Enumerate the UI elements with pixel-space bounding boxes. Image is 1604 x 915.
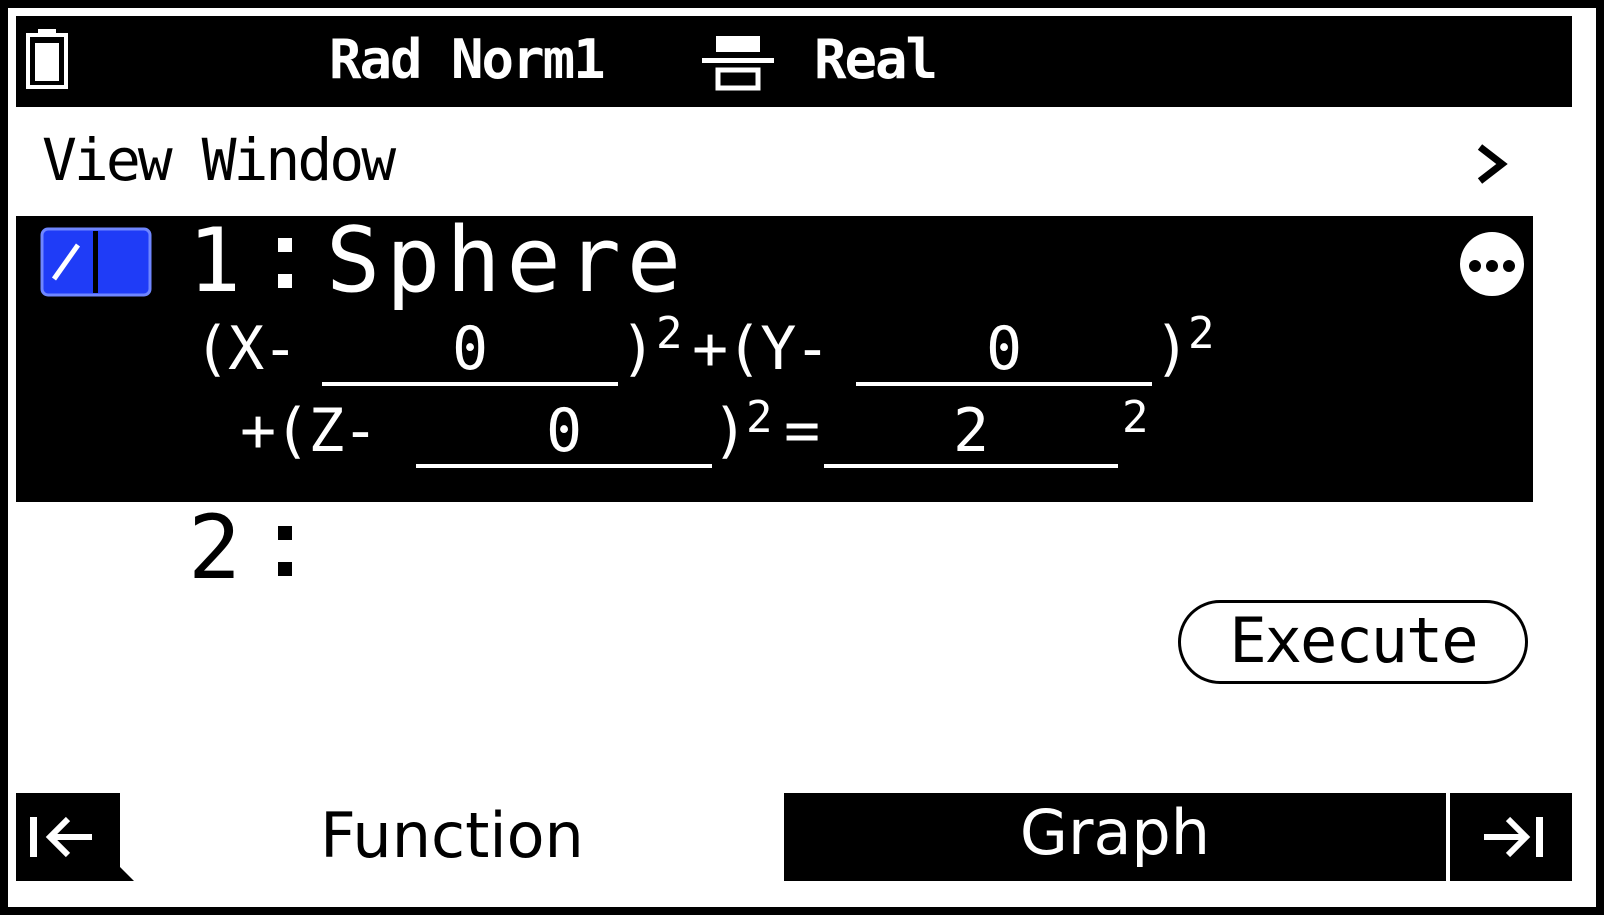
status-bar: Rad Norm1 Real bbox=[16, 16, 1572, 107]
function-row-1[interactable]: 1 Sphere (X- 0 ) 2 +(Y- 0 ) 2 +(Z- 0) 2… bbox=[16, 208, 1533, 502]
more-options-icon[interactable] bbox=[1458, 230, 1526, 298]
z-term-suffix: ) bbox=[712, 396, 748, 466]
x-exponent: 2 bbox=[656, 308, 683, 359]
view-window-row[interactable]: View Window bbox=[16, 111, 1572, 216]
y-term-prefix: +(Y- bbox=[692, 314, 830, 384]
last-tab-button[interactable] bbox=[1450, 793, 1572, 881]
y-exponent: 2 bbox=[1188, 308, 1215, 359]
tab-function[interactable]: Function bbox=[120, 793, 784, 881]
colon-mark bbox=[278, 526, 292, 576]
angle-mode-text: Rad Norm1 bbox=[329, 28, 606, 91]
tab-bar: Function Graph bbox=[16, 793, 1588, 899]
execute-button[interactable]: Execute bbox=[1178, 600, 1528, 684]
radius-exponent: 2 bbox=[1122, 392, 1149, 443]
app-window: Rad Norm1 Real View Window 1 Sphere (X- … bbox=[16, 16, 1588, 899]
first-tab-button[interactable] bbox=[16, 793, 120, 881]
complex-mode-text: Real bbox=[814, 28, 938, 91]
graph-toggle-icon[interactable] bbox=[40, 227, 152, 297]
input-output-icon bbox=[702, 36, 774, 91]
z-term-prefix: +(Z- bbox=[240, 396, 378, 466]
x-term-prefix: (X- bbox=[194, 314, 298, 384]
function-name: Sphere bbox=[326, 208, 688, 313]
z-center-field[interactable]: 0 bbox=[416, 398, 712, 468]
arrow-to-start-icon bbox=[30, 816, 92, 858]
tab-bar-base bbox=[16, 881, 1588, 899]
battery-icon bbox=[26, 29, 68, 89]
y-center-field[interactable]: 0 bbox=[856, 316, 1152, 386]
function-number: 2 bbox=[188, 496, 241, 599]
colon-mark bbox=[278, 238, 292, 288]
x-center-field[interactable]: 0 bbox=[322, 316, 618, 386]
z-exponent: 2 bbox=[746, 392, 773, 443]
view-window-label: View Window bbox=[42, 126, 396, 194]
chevron-right-icon bbox=[1477, 144, 1508, 184]
calculator-screen: Rad Norm1 Real View Window 1 Sphere (X- … bbox=[0, 0, 1604, 915]
y-term-suffix: ) bbox=[1154, 314, 1190, 384]
function-row-2[interactable]: 2 bbox=[16, 496, 1572, 612]
equals-sign: = bbox=[784, 396, 820, 466]
function-number: 1 bbox=[188, 209, 241, 312]
radius-field[interactable]: 2 bbox=[824, 398, 1118, 468]
arrow-to-end-icon bbox=[1484, 816, 1543, 858]
tab-graph[interactable]: Graph bbox=[784, 793, 1446, 881]
x-term-suffix: ) bbox=[620, 314, 656, 384]
